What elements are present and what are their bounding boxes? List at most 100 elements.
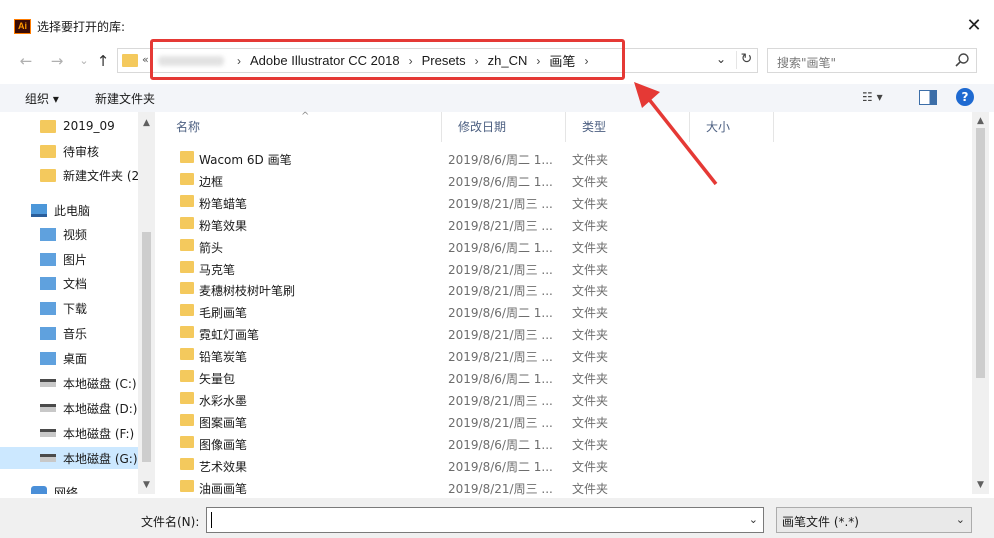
sidebar-item[interactable]: 本地磁盘 (C:) (0, 372, 140, 394)
back-button[interactable]: ← (16, 52, 36, 70)
file-type-dropdown-icon: ⌄ (955, 513, 965, 526)
sidebar-item-label: 网络 (54, 485, 79, 495)
up-button[interactable]: ↑ (93, 52, 113, 70)
file-name: 矢量包 (199, 372, 236, 386)
folder-icon (180, 260, 194, 273)
file-row[interactable]: 边框 2019/8/6/周二 1... 文件夹 (178, 169, 618, 191)
forward-button[interactable]: → (47, 52, 67, 70)
file-row[interactable]: 图案画笔 2019/8/21/周三 ... 文件夹 (178, 410, 618, 432)
file-name: 油画画笔 (199, 481, 248, 496)
sidebar-scroll-thumb[interactable] (142, 232, 151, 462)
sidebar-item[interactable]: 此电脑 (0, 199, 140, 221)
file-row[interactable]: 油画画笔 2019/8/21/周三 ... 文件夹 (178, 476, 618, 498)
file-modified-date: 2019/8/21/周三 ... (448, 481, 553, 496)
preview-pane-icon[interactable] (919, 90, 937, 105)
sidebar-item-label: 视频 (63, 227, 88, 242)
file-type: 文件夹 (572, 240, 609, 255)
address-overflow-icon[interactable]: « (142, 53, 149, 66)
file-type: 文件夹 (572, 415, 609, 430)
file-name: 铅笔炭笔 (199, 350, 248, 365)
search-icon[interactable] (954, 52, 970, 68)
sidebar-item[interactable]: 视频 (0, 223, 140, 245)
file-row[interactable]: 粉笔蜡笔 2019/8/21/周三 ... 文件夹 (178, 191, 618, 213)
file-type-select[interactable]: 画笔文件 (*.*) ⌄ (776, 507, 972, 533)
file-name: 水彩水墨 (199, 393, 248, 408)
file-list: ^ 名称 修改日期 类型 大小 ▲ ▼ Wacom 6D 画笔 2019/8/6/… (160, 111, 994, 496)
sidebar-item[interactable]: 网络 (0, 481, 140, 494)
filename-input[interactable]: ⌄ (206, 507, 764, 533)
file-row[interactable]: 艺术效果 2019/8/6/周二 1... 文件夹 (178, 454, 618, 476)
file-type: 文件夹 (572, 153, 609, 167)
folder-icon (180, 348, 194, 361)
folder-icon (180, 479, 194, 492)
column-header-modified[interactable]: 修改日期 (442, 112, 566, 142)
file-row[interactable]: 图像画笔 2019/8/6/周二 1... 文件夹 (178, 432, 618, 454)
change-view-button[interactable]: ☷ ▾ (862, 90, 883, 104)
file-row[interactable]: 马克笔 2019/8/21/周三 ... 文件夹 (178, 257, 618, 279)
file-name: 图像画笔 (199, 437, 248, 452)
file-name: Wacom 6D 画笔 (199, 153, 292, 167)
file-type: 文件夹 (572, 174, 609, 189)
new-folder-button[interactable]: 新建文件夹 (95, 90, 155, 107)
file-modified-date: 2019/8/21/周三 ... (448, 196, 553, 211)
sidebar-item-label: 2019_09 (63, 119, 115, 133)
sidebar-item-label: 文档 (63, 276, 88, 291)
file-row[interactable]: 水彩水墨 2019/8/21/周三 ... 文件夹 (178, 388, 618, 410)
close-button[interactable]: ✕ (960, 14, 988, 38)
file-modified-date: 2019/8/6/周二 1... (448, 372, 553, 386)
file-type: 文件夹 (572, 437, 609, 452)
address-dropdown-button[interactable]: ⌄ (716, 52, 726, 66)
file-row[interactable]: 霓虹灯画笔 2019/8/21/周三 ... 文件夹 (178, 322, 618, 344)
recent-locations-button[interactable]: ⌄ (74, 52, 94, 70)
file-row[interactable]: 粉笔效果 2019/8/21/周三 ... 文件夹 (178, 213, 618, 235)
file-modified-date: 2019/8/21/周三 ... (448, 284, 553, 299)
sidebar-item-label: 此电脑 (54, 203, 91, 218)
folder-icon (180, 457, 194, 470)
sidebar-item[interactable]: 桌面 (0, 347, 140, 369)
dialog-title: 选择要打开的库: (37, 20, 126, 34)
file-name: 霓虹灯画笔 (199, 328, 260, 343)
file-row[interactable]: 箭头 2019/8/6/周二 1... 文件夹 (178, 235, 618, 257)
sidebar-item[interactable]: 本地磁盘 (D:) (0, 397, 140, 419)
organize-button[interactable]: 组织 ▾ (25, 90, 59, 107)
text-caret (211, 512, 212, 528)
sidebar-scroll-up-icon[interactable]: ▲ (138, 118, 155, 128)
file-row[interactable]: 毛刷画笔 2019/8/6/周二 1... 文件夹 (178, 300, 618, 322)
column-header-size[interactable]: 大小 (690, 112, 774, 142)
file-modified-date: 2019/8/6/周二 1... (448, 437, 553, 452)
column-header-type[interactable]: 类型 (566, 112, 690, 142)
file-list-scroll-up-icon[interactable]: ▲ (972, 116, 989, 126)
file-row[interactable]: 矢量包 2019/8/6/周二 1... 文件夹 (178, 366, 618, 388)
help-icon[interactable]: ? (956, 88, 974, 106)
file-row[interactable]: Wacom 6D 画笔 2019/8/6/周二 1... 文件夹 (178, 147, 618, 169)
file-list-scroll-down-icon[interactable]: ▼ (972, 480, 989, 490)
desktop-icon (40, 351, 56, 365)
pictures-icon (40, 252, 56, 266)
file-modified-date: 2019/8/21/周三 ... (448, 328, 553, 343)
refresh-button[interactable]: ↻ (736, 51, 756, 69)
folder-icon (180, 413, 194, 426)
filename-dropdown-icon[interactable]: ⌄ (749, 513, 758, 526)
filename-label: 文件名(N): (141, 515, 200, 529)
folder-icon (40, 144, 56, 158)
column-header-name[interactable]: ^ 名称 (160, 111, 442, 142)
file-row[interactable]: 麦穗树枝树叶笔刷 2019/8/21/周三 ... 文件夹 (178, 278, 618, 300)
sidebar-item[interactable]: 文档 (0, 272, 140, 294)
sidebar-item[interactable]: 新建文件夹 (2 (0, 164, 140, 186)
sidebar-item[interactable]: 2019_09 (0, 115, 140, 137)
sidebar-item[interactable]: 音乐 (0, 322, 140, 344)
column-header-type-label: 类型 (582, 120, 607, 134)
file-list-scroll-thumb[interactable] (976, 128, 985, 378)
file-type: 文件夹 (572, 459, 609, 474)
sidebar-item[interactable]: 图片 (0, 248, 140, 270)
folder-icon (180, 216, 194, 229)
search-input[interactable]: 搜索"画笔" (767, 48, 977, 73)
file-name: 艺术效果 (199, 459, 248, 474)
sidebar-scroll-down-icon[interactable]: ▼ (138, 480, 155, 490)
sidebar-item[interactable]: 下载 (0, 297, 140, 319)
sidebar-item[interactable]: 待审核 (0, 140, 140, 162)
sidebar-item[interactable]: 本地磁盘 (G:) (0, 447, 145, 469)
sidebar-item[interactable]: 本地磁盘 (F:) (0, 422, 140, 444)
drive-icon (40, 429, 56, 437)
file-row[interactable]: 铅笔炭笔 2019/8/21/周三 ... 文件夹 (178, 344, 618, 366)
